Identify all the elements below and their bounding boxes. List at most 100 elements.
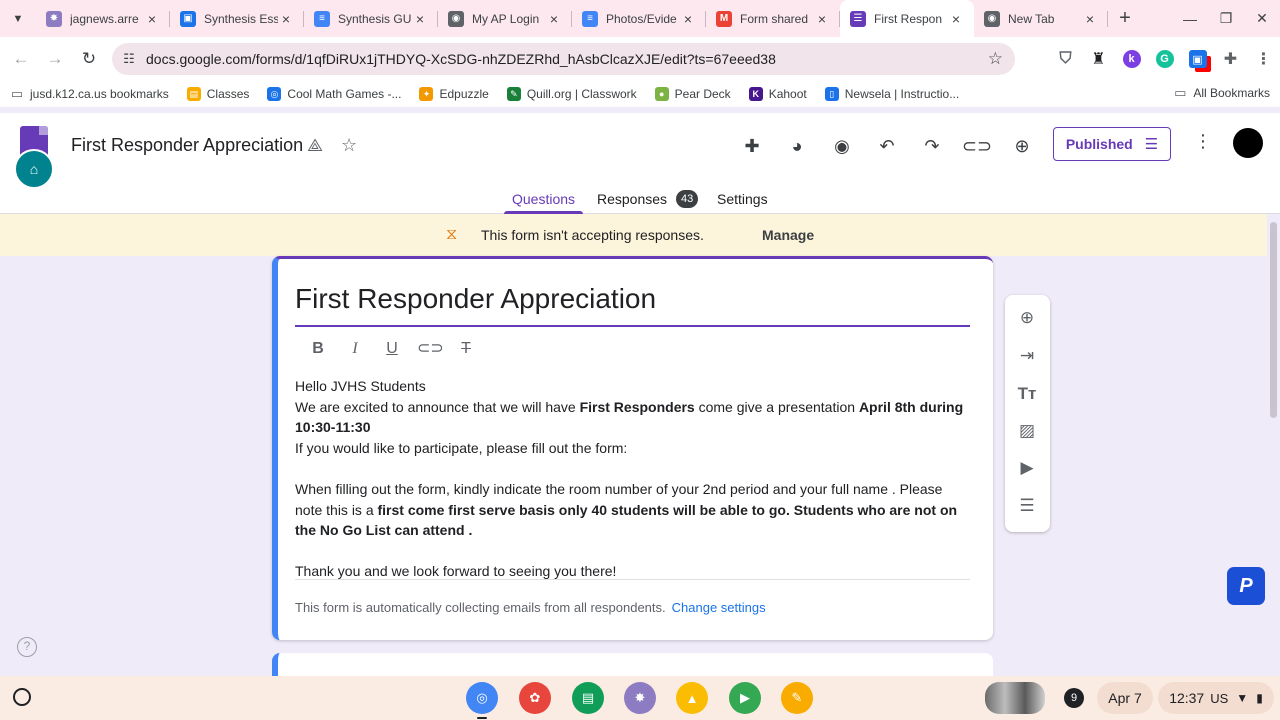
bookmark-item[interactable]: ▤ Classes xyxy=(177,87,258,101)
minimize-icon[interactable]: — xyxy=(1172,11,1208,27)
add-question-icon[interactable]: ⊕ xyxy=(1014,305,1040,331)
close-tab-icon[interactable]: × xyxy=(814,11,830,27)
tab-questions[interactable]: Questions xyxy=(503,185,584,214)
forms-header: ⌂ First Responder Appreciation ⟁ ☆ ✚ ◕ ◉… xyxy=(0,113,1280,214)
browser-tab[interactable]: ◉ New Tab × xyxy=(974,0,1108,37)
link-icon[interactable]: ⊂⊃ xyxy=(417,337,444,361)
restore-icon[interactable]: ❐ xyxy=(1208,10,1244,27)
date-pill[interactable]: Apr 7 xyxy=(1097,682,1153,714)
forward-icon[interactable]: → xyxy=(38,42,72,76)
canvas-paint-icon[interactable]: ✿ xyxy=(519,682,551,714)
account-avatar[interactable] xyxy=(1233,128,1263,158)
redo-icon[interactable]: ↷ xyxy=(917,131,947,161)
more-options-icon[interactable]: ⋮ xyxy=(1192,131,1214,161)
undo-icon[interactable]: ↶ xyxy=(872,131,902,161)
close-tab-icon[interactable]: × xyxy=(948,11,964,27)
browser-tab[interactable]: ≡ Synthesis GU × xyxy=(304,0,438,37)
form-description-field[interactable]: Hello JVHS Students We are excited to ann… xyxy=(295,376,970,582)
browser-tab[interactable]: ✸ jagnews.arre × xyxy=(36,0,170,37)
manage-button[interactable]: Manage xyxy=(762,227,814,243)
puzzle-icon[interactable]: ✚ xyxy=(1214,43,1247,76)
close-tab-icon[interactable]: × xyxy=(144,11,160,27)
tab-search-chevron-icon[interactable]: ▼ xyxy=(0,0,36,37)
launcher-icon[interactable] xyxy=(13,688,31,706)
keep-icon[interactable]: ✎ xyxy=(781,682,813,714)
all-bookmarks[interactable]: ▭ All Bookmarks xyxy=(1173,85,1270,100)
close-tab-icon[interactable]: × xyxy=(1082,11,1098,27)
menu-dots-icon[interactable]: ⋮ xyxy=(1247,43,1280,76)
bookmark-item[interactable]: K Kahoot xyxy=(739,87,815,101)
back-icon[interactable]: ← xyxy=(4,42,38,76)
tab-responses[interactable]: Responses 43 xyxy=(597,185,699,213)
grammarly-icon[interactable]: G xyxy=(1148,43,1181,76)
status-tray[interactable]: 12:37 US ▼ ▮ xyxy=(1158,682,1274,714)
drive-icon[interactable]: ▲ xyxy=(676,682,708,714)
add-image-icon[interactable]: ▨ xyxy=(1014,418,1040,444)
document-title[interactable]: First Responder Appreciation xyxy=(71,135,303,156)
email-collection-text: This form is automatically collecting em… xyxy=(295,600,666,615)
p-extension-icon[interactable]: P xyxy=(1227,567,1265,605)
browser-tab[interactable]: ≡ Photos/Evide × xyxy=(572,0,706,37)
bookmark-item[interactable]: ◎ Cool Math Games -... xyxy=(257,87,409,101)
form-header-card[interactable]: First Responder Appreciation B I U ⊂⊃ T … xyxy=(272,256,993,640)
browser-tab[interactable]: ▣ Synthesis Ess × xyxy=(170,0,304,37)
change-settings-link[interactable]: Change settings xyxy=(672,600,766,615)
add-video-icon[interactable]: ▶ xyxy=(1014,455,1040,481)
new-tab-button[interactable]: + xyxy=(1108,0,1142,37)
close-window-icon[interactable]: ✕ xyxy=(1244,10,1280,27)
tote-thumbnail-icon[interactable] xyxy=(985,682,1045,714)
star-icon[interactable]: ☆ xyxy=(341,135,357,156)
bookmark-item[interactable]: ✦ Edpuzzle xyxy=(409,87,496,101)
preview-eye-icon[interactable]: ◉ xyxy=(827,131,857,161)
browser-tab[interactable]: M Form shared × xyxy=(706,0,840,37)
tab-title: Photos/Evide xyxy=(606,11,677,26)
responses-off-icon: ⧖ xyxy=(446,226,458,243)
close-tab-icon[interactable]: × xyxy=(546,11,562,27)
import-questions-icon[interactable]: ⇥ xyxy=(1014,343,1040,369)
published-button[interactable]: Published ☰ xyxy=(1053,127,1171,161)
italic-icon[interactable]: I xyxy=(343,337,367,361)
close-tab-icon[interactable]: × xyxy=(412,11,428,27)
underline-icon[interactable]: U xyxy=(380,337,404,361)
bold-icon[interactable]: B xyxy=(306,337,330,361)
bookmark-item[interactable]: ● Pear Deck xyxy=(645,87,739,101)
k-extension-icon[interactable]: k xyxy=(1115,43,1148,76)
close-tab-icon[interactable]: × xyxy=(278,11,294,27)
page-scrollbar[interactable] xyxy=(1267,214,1280,676)
form-title-field[interactable]: First Responder Appreciation xyxy=(295,283,970,327)
classroom-app-icon[interactable]: ▤ xyxy=(572,682,604,714)
site-info-icon[interactable]: ☷ xyxy=(112,51,146,67)
tab-favicon-icon: ≡ xyxy=(314,10,330,27)
help-icon[interactable]: ? xyxy=(17,637,37,657)
copy-link-icon[interactable]: ⊂⊃ xyxy=(962,131,992,161)
reload-icon[interactable]: ↻ xyxy=(72,42,106,76)
move-to-drive-icon[interactable]: ⟁ xyxy=(307,135,323,156)
customize-theme-icon[interactable]: ◕ xyxy=(782,131,812,161)
bookmark-label: Quill.org | Classwork xyxy=(526,87,637,101)
add-title-icon[interactable]: Tт xyxy=(1014,381,1040,407)
tab-settings[interactable]: Settings xyxy=(717,185,768,213)
bookmark-item[interactable]: ▯ Newsela | Instructio... xyxy=(815,87,968,101)
browser-tab[interactable]: ☰ First Respon × xyxy=(840,0,974,37)
tab-title: Form shared xyxy=(740,11,809,26)
address-bar[interactable]: ☷ docs.google.com/forms/d/1qfDiRUx1jTHDY… xyxy=(112,43,1015,75)
bookmark-item[interactable]: ✎ Quill.org | Classwork xyxy=(497,87,645,101)
chrome-icon[interactable]: ◎ xyxy=(466,682,498,719)
bold-text-run: first come first serve basis only 40 stu… xyxy=(295,501,958,539)
bookmark-item[interactable]: ▭ jusd.k12.ca.us bookmarks xyxy=(0,86,177,101)
browser-tab[interactable]: ◉ My AP Login × xyxy=(438,0,572,37)
add-section-icon[interactable]: ☰ xyxy=(1014,493,1040,519)
play-store-icon[interactable]: ▶ xyxy=(729,682,761,714)
bookmark-star-icon[interactable]: ☆ xyxy=(988,49,1003,69)
screencast-icon[interactable]: ▣ xyxy=(1181,43,1214,76)
jag-app-icon[interactable]: ✸ xyxy=(624,682,656,714)
notification-count[interactable]: 9 xyxy=(1064,688,1084,708)
add-collaborators-icon[interactable]: ⊕ xyxy=(1007,131,1037,161)
extension-glyph: ⛉ xyxy=(1059,50,1072,67)
scrollbar-thumb[interactable] xyxy=(1270,222,1277,418)
close-tab-icon[interactable]: × xyxy=(680,11,696,27)
addons-puzzle-icon[interactable]: ✚ xyxy=(737,131,767,161)
shield-icon[interactable]: ⛉ xyxy=(1049,43,1082,76)
clear-format-icon[interactable]: T xyxy=(454,337,478,361)
spy-icon[interactable]: ♜ xyxy=(1082,43,1115,76)
